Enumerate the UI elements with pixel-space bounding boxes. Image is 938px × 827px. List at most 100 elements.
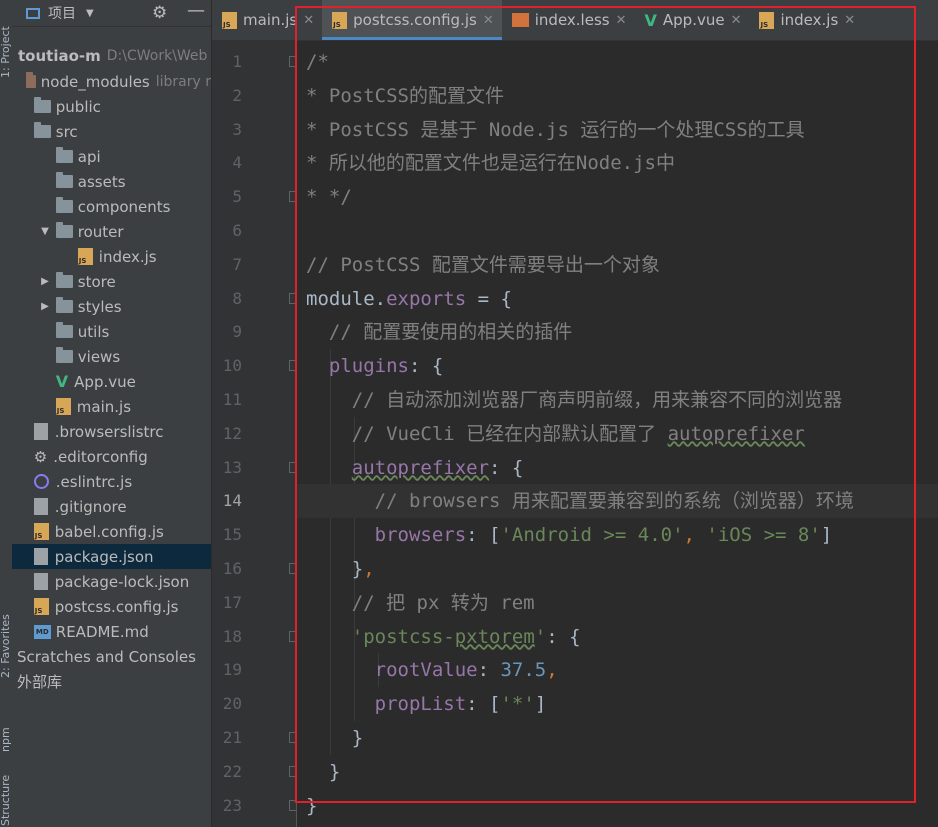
tree-item-label: .browserslistrc <box>54 422 164 441</box>
line-number: 6 <box>232 221 242 240</box>
code-token: browsers <box>374 524 467 547</box>
tree-item-label: store <box>77 272 116 291</box>
tree-item[interactable]: components <box>12 194 211 219</box>
editor-tab[interactable]: postcss.config.js ✕ <box>322 0 502 40</box>
tree-item[interactable]: .browserslistrc <box>12 419 211 444</box>
favorites-tool-tab[interactable]: 2: Favorites <box>0 614 12 678</box>
tree-item[interactable]: postcss.config.js <box>12 594 211 619</box>
tree-item-label: README.md <box>55 622 149 641</box>
tree-item[interactable]: .gitignore <box>12 494 211 519</box>
code-token: ] <box>820 524 833 547</box>
structure-tool-tab[interactable]: Structure <box>0 775 12 826</box>
editor-tab-label: index.less <box>534 11 610 29</box>
tree-item[interactable]: MD README.md <box>12 619 211 644</box>
code-line: /* <box>297 45 938 79</box>
editor-tab-label: postcss.config.js <box>353 11 477 29</box>
line-number: 22 <box>222 761 242 781</box>
close-icon[interactable]: ✕ <box>616 13 627 28</box>
code-token: , <box>363 558 375 580</box>
editor-tab-label: main.js <box>243 11 298 29</box>
tree-item[interactable]: ⚙ .editorconfig <box>12 444 211 469</box>
code-line: browsers: ['Android >= 4.0', 'iOS >= 8'] <box>297 518 938 552</box>
tree-item[interactable]: ▶ store <box>12 269 211 294</box>
project-tool-tab[interactable]: 1: Project <box>0 26 12 78</box>
line-number: 9 <box>232 322 242 342</box>
code-line: } <box>297 755 938 789</box>
code-token: plugins <box>328 355 409 378</box>
tree-item[interactable]: package.json <box>12 544 211 569</box>
expand-right-arrow-icon[interactable]: ▶ <box>39 276 51 287</box>
code-line: } <box>297 789 938 823</box>
chevron-down-icon[interactable]: ▼ <box>86 8 94 19</box>
tree-item[interactable]: Scratches and Consoles <box>12 644 211 669</box>
code-line: propList: ['*'] <box>297 687 938 721</box>
expand-right-arrow-icon[interactable]: ▶ <box>39 301 51 312</box>
tree-item[interactable]: api <box>12 144 211 169</box>
tree-item[interactable]: src <box>12 119 211 144</box>
tree-item-label: .eslintrc.js <box>55 472 133 491</box>
eslint-icon <box>33 474 49 489</box>
expand-down-arrow-icon[interactable]: ▼ <box>39 226 51 237</box>
tree-item-label: utils <box>77 322 110 341</box>
tree-item[interactable]: .eslintrc.js <box>12 469 211 494</box>
line-number: 12 <box>222 423 242 443</box>
gear-icon[interactable]: ⚙ <box>152 3 167 23</box>
folder-icon <box>55 222 73 238</box>
close-icon[interactable]: ✕ <box>483 13 494 28</box>
editor-tab[interactable]: index.less ✕ <box>502 0 635 40</box>
js-file-icon <box>55 398 71 415</box>
line-number: 4 <box>232 153 242 173</box>
code-token: // 自动添加浏览器厂商声明前缀，用来兼容不同的浏览器 <box>306 389 843 411</box>
tree-item[interactable]: ▶ styles <box>12 294 211 319</box>
tree-item[interactable]: babel.config.js <box>12 519 211 544</box>
tree-item[interactable]: ▼ router <box>12 219 211 244</box>
close-icon[interactable]: ✕ <box>844 13 855 28</box>
tree-item-label: src <box>55 122 78 141</box>
line-number: 3 <box>232 119 242 139</box>
line-number: 19 <box>222 660 242 680</box>
tree-item[interactable]: 外部库 <box>12 669 211 694</box>
json-file-icon <box>33 573 48 590</box>
editor-tab[interactable]: V App.vue ✕ <box>635 0 750 40</box>
tree-item[interactable]: utils <box>12 319 211 344</box>
project-panel: 项目 ▼ ⚙ — toutiao-m D:\CWork\Web node_mod… <box>12 0 212 827</box>
code-line: autoprefixer: { <box>297 451 938 485</box>
folder-icon <box>33 97 51 113</box>
hide-panel-icon[interactable]: — <box>187 0 205 21</box>
editor-tab[interactable]: main.js ✕ <box>212 0 322 40</box>
vue-file-icon: V <box>644 10 657 30</box>
editor-tab-bar: main.js ✕ postcss.config.js ✕ index.less ✕ V Ap… <box>212 0 938 41</box>
line-number: 8 <box>232 288 242 308</box>
tree-item[interactable]: index.js <box>12 244 211 269</box>
code-token: } <box>306 727 364 749</box>
project-root[interactable]: toutiao-m D:\CWork\Web <box>12 43 211 69</box>
line-number-gutter: 1 2 3 4 5 6 7 8 9 10 11 12 13 14 15 16 17 18 19 20 21 22 23 <box>212 41 300 827</box>
tree-item[interactable]: main.js <box>12 394 211 419</box>
tree-item[interactable]: node_modules library r <box>12 69 211 94</box>
tree-item[interactable]: views <box>12 344 211 369</box>
js-file-icon <box>77 248 93 265</box>
editor-tab[interactable]: index.js ✕ <box>749 0 863 40</box>
tree-item-label: App.vue <box>74 372 136 391</box>
line-number: 15 <box>222 525 242 545</box>
code-token: , <box>546 659 558 682</box>
code-token: * 所以他的配置文件也是运行在Node.js中 <box>306 152 675 175</box>
code-token: 'postcss- <box>351 625 455 648</box>
code-token: , <box>683 524 707 547</box>
folder-icon <box>55 322 73 338</box>
project-root-path: D:\CWork\Web <box>106 48 208 64</box>
line-number: 1 <box>232 52 242 71</box>
close-icon[interactable]: ✕ <box>731 13 742 28</box>
tree-item[interactable]: package-lock.json <box>12 569 211 594</box>
tree-item[interactable]: assets <box>12 169 211 194</box>
tree-item[interactable]: V App.vue <box>12 369 211 394</box>
project-view-selector[interactable]: 项目 <box>48 3 76 23</box>
js-file-icon <box>33 598 49 615</box>
tree-item[interactable]: public <box>12 94 211 119</box>
close-icon[interactable]: ✕ <box>303 13 314 28</box>
npm-tool-tab[interactable]: npm <box>0 727 12 752</box>
code-editor[interactable]: /* * PostCSS的配置文件 * PostCSS 是基于 Node.js 运行… <box>297 41 938 827</box>
